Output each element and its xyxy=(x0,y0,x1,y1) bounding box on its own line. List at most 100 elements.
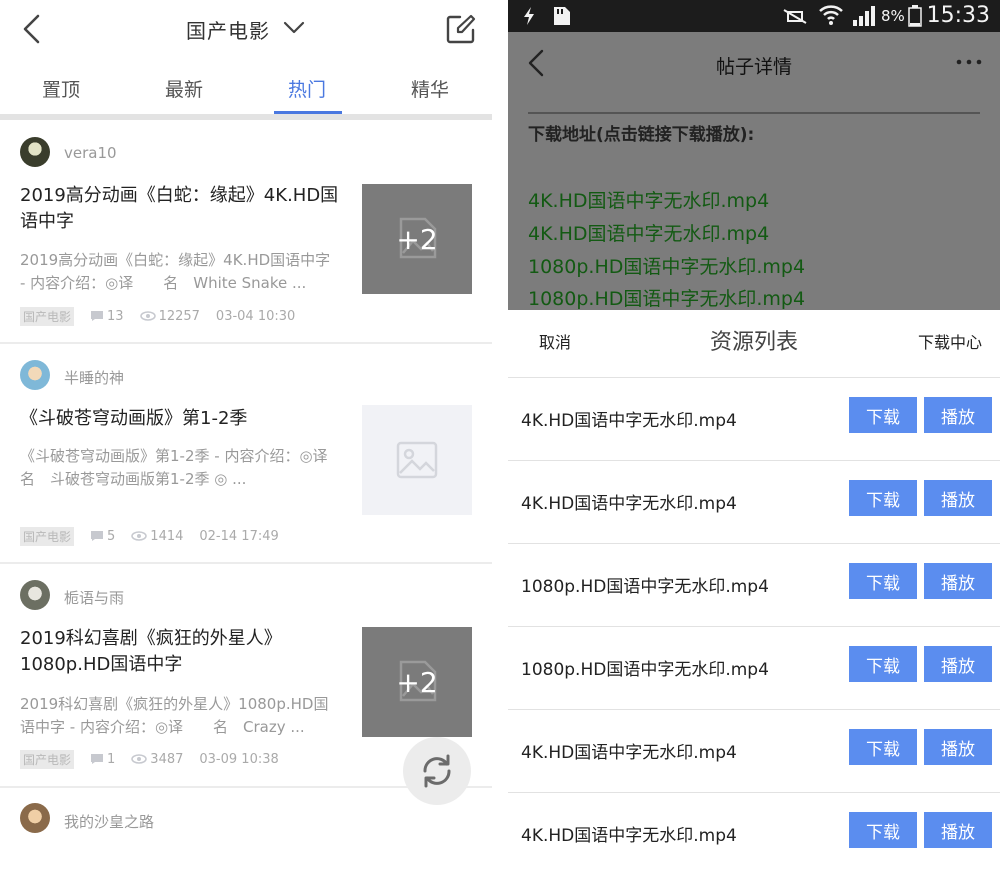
post-date: 03-04 10:30 xyxy=(215,308,296,324)
post-detail-dimmed: 帖子详情 下载地址(点击链接下载播放): 4K.HD国语中字无水印.mp4 4K… xyxy=(508,32,1000,310)
more-images-count: +2 xyxy=(396,665,438,699)
resource-name: 4K.HD国语中字无水印.mp4 xyxy=(521,826,737,846)
more-icon[interactable] xyxy=(954,50,984,74)
play-button[interactable]: 播放 xyxy=(924,563,992,599)
post-thumbnail[interactable] xyxy=(362,405,472,515)
wifi-icon xyxy=(819,5,843,25)
tab-hot[interactable]: 热门 xyxy=(288,75,326,102)
resource-row: 1080p.HD国语中字无水印.mp4 下载 播放 xyxy=(508,543,1000,626)
post-summary: 2019科幻喜剧《疯狂的外星人》1080p.HD国语中字 - 内容介绍：◎译 名… xyxy=(20,695,329,736)
refresh-icon xyxy=(423,754,451,788)
resource-name: 1080p.HD国语中字无水印.mp4 xyxy=(521,660,769,680)
image-placeholder-icon xyxy=(396,441,438,479)
resource-list-sheet: 取消 资源列表 下载中心 4K.HD国语中字无水印.mp4 下载 播放 4K.H… xyxy=(508,310,1000,874)
comment-count: 5 xyxy=(107,528,116,544)
play-button[interactable]: 播放 xyxy=(924,480,992,516)
forum-header: 国产电影 xyxy=(0,0,492,60)
resource-row: 4K.HD国语中字无水印.mp4 下载 播放 xyxy=(508,460,1000,543)
download-button[interactable]: 下载 xyxy=(849,729,917,765)
post-author[interactable]: 半睡的神 xyxy=(64,367,124,388)
post-title[interactable]: 《斗破苍穹动画版》第1-2季 xyxy=(20,406,340,432)
comment-icon xyxy=(91,531,104,541)
download-heading: 下载地址(点击链接下载播放): xyxy=(528,125,755,145)
tab-pinned[interactable]: 置顶 xyxy=(42,75,80,102)
post-title[interactable]: 2019高分动画《白蛇：缘起》4K.HD国语中字 xyxy=(20,183,340,235)
divider xyxy=(528,112,980,114)
compose-icon[interactable] xyxy=(446,14,476,44)
page-title: 帖子详情 xyxy=(715,56,792,78)
avatar[interactable] xyxy=(20,137,50,167)
resource-name: 4K.HD国语中字无水印.mp4 xyxy=(521,743,737,763)
avatar[interactable] xyxy=(20,803,50,833)
resource-row: 1080p.HD国语中字无水印.mp4 下载 播放 xyxy=(508,626,1000,709)
list-item[interactable]: 半睡的神 《斗破苍穹动画版》第1-2季 《斗破苍穹动画版》第1-2季 - 内容介… xyxy=(0,344,492,564)
view-count: 1414 xyxy=(150,528,184,544)
eye-icon xyxy=(131,754,148,764)
post-date: 02-14 17:49 xyxy=(199,528,279,544)
clock: 15:33 xyxy=(926,3,990,28)
post-title[interactable]: 2019科幻喜剧《疯狂的外星人》1080p.HD国语中字 xyxy=(20,626,340,678)
avatar[interactable] xyxy=(20,360,50,390)
chevron-down-icon[interactable] xyxy=(282,18,306,38)
battery-icon xyxy=(908,5,922,27)
category-tag: 国产电影 xyxy=(20,749,75,769)
play-button[interactable]: 播放 xyxy=(924,729,992,765)
resource-row: 4K.HD国语中字无水印.mp4 下载 播放 xyxy=(508,377,1000,460)
download-button[interactable]: 下载 xyxy=(849,397,917,433)
resource-row: 4K.HD国语中字无水印.mp4 下载 播放 xyxy=(508,709,1000,792)
tab-bar: 置顶 最新 热门 精华 xyxy=(0,70,492,114)
resource-name: 4K.HD国语中字无水印.mp4 xyxy=(521,494,737,514)
comment-count: 13 xyxy=(107,308,124,324)
category-tag: 国产电影 xyxy=(20,306,75,326)
post-meta: 国产电影 5 1414 02-14 17:49 xyxy=(20,526,279,546)
forum-list-screen: 国产电影 置顶 最新 热门 精华 vera10 2019高分动画《白蛇：缘起》4… xyxy=(0,0,492,874)
list-item[interactable]: vera10 2019高分动画《白蛇：缘起》4K.HD国语中字 2019高分动画… xyxy=(0,120,492,344)
status-bar: 8% 15:33 xyxy=(508,0,1000,32)
download-link[interactable]: 4K.HD国语中字无水印.mp4 xyxy=(528,219,769,246)
download-center-button[interactable]: 下载中心 xyxy=(918,329,982,353)
post-detail-screen: 8% 15:33 帖子详情 下载地址(点击链接下载播放): 4K.HD国语中字无… xyxy=(508,0,1000,874)
download-button[interactable]: 下载 xyxy=(849,480,917,516)
post-meta: 国产电影 1 3487 03-09 10:38 xyxy=(20,749,279,769)
resource-name: 4K.HD国语中字无水印.mp4 xyxy=(521,411,737,431)
post-summary: 《斗破苍穹动画版》第1-2季 - 内容介绍：◎译 名 斗破苍穹动画版第1-2季 … xyxy=(20,447,358,488)
download-button[interactable]: 下载 xyxy=(849,563,917,599)
eye-icon xyxy=(131,531,148,541)
category-tag: 国产电影 xyxy=(20,526,75,546)
post-author[interactable]: vera10 xyxy=(64,144,117,162)
play-button[interactable]: 播放 xyxy=(924,812,992,848)
play-button[interactable]: 播放 xyxy=(924,397,992,433)
more-images-count: +2 xyxy=(396,222,438,256)
download-button[interactable]: 下载 xyxy=(849,646,917,682)
resource-name: 1080p.HD国语中字无水印.mp4 xyxy=(521,577,769,597)
mute-icon xyxy=(783,9,807,24)
flash-icon xyxy=(524,7,534,25)
signal-icon xyxy=(853,6,875,26)
download-link[interactable]: 4K.HD国语中字无水印.mp4 xyxy=(528,186,769,213)
post-author[interactable]: 我的沙皇之路 xyxy=(64,811,154,832)
comment-icon xyxy=(91,311,104,321)
list-item[interactable]: 我的沙皇之路 xyxy=(0,788,492,874)
tab-featured[interactable]: 精华 xyxy=(411,75,449,102)
comment-icon xyxy=(91,754,104,764)
download-link[interactable]: 1080p.HD国语中字无水印.mp4 xyxy=(528,284,805,311)
sd-card-icon xyxy=(554,7,570,25)
back-arrow-icon[interactable] xyxy=(18,12,44,46)
post-date: 03-09 10:38 xyxy=(199,751,279,767)
post-thumbnail[interactable]: +2 xyxy=(362,184,472,294)
play-button[interactable]: 播放 xyxy=(924,646,992,682)
post-meta: 国产电影 13 12257 03-04 10:30 xyxy=(20,306,295,326)
resource-row: 4K.HD国语中字无水印.mp4 下载 播放 xyxy=(508,792,1000,874)
comment-count: 1 xyxy=(107,751,116,767)
view-count: 12257 xyxy=(158,308,200,324)
avatar[interactable] xyxy=(20,580,50,610)
tab-latest[interactable]: 最新 xyxy=(165,75,203,102)
forum-title[interactable]: 国产电影 xyxy=(186,15,270,44)
post-thumbnail[interactable]: +2 xyxy=(362,627,472,737)
refresh-button[interactable] xyxy=(403,737,471,805)
post-author[interactable]: 栀语与雨 xyxy=(64,587,124,608)
download-link[interactable]: 1080p.HD国语中字无水印.mp4 xyxy=(528,252,805,279)
view-count: 3487 xyxy=(150,751,184,767)
post-summary: 2019高分动画《白蛇：缘起》4K.HD国语中字 - 内容介绍：◎译 名 Whi… xyxy=(20,251,331,292)
download-button[interactable]: 下载 xyxy=(849,812,917,848)
